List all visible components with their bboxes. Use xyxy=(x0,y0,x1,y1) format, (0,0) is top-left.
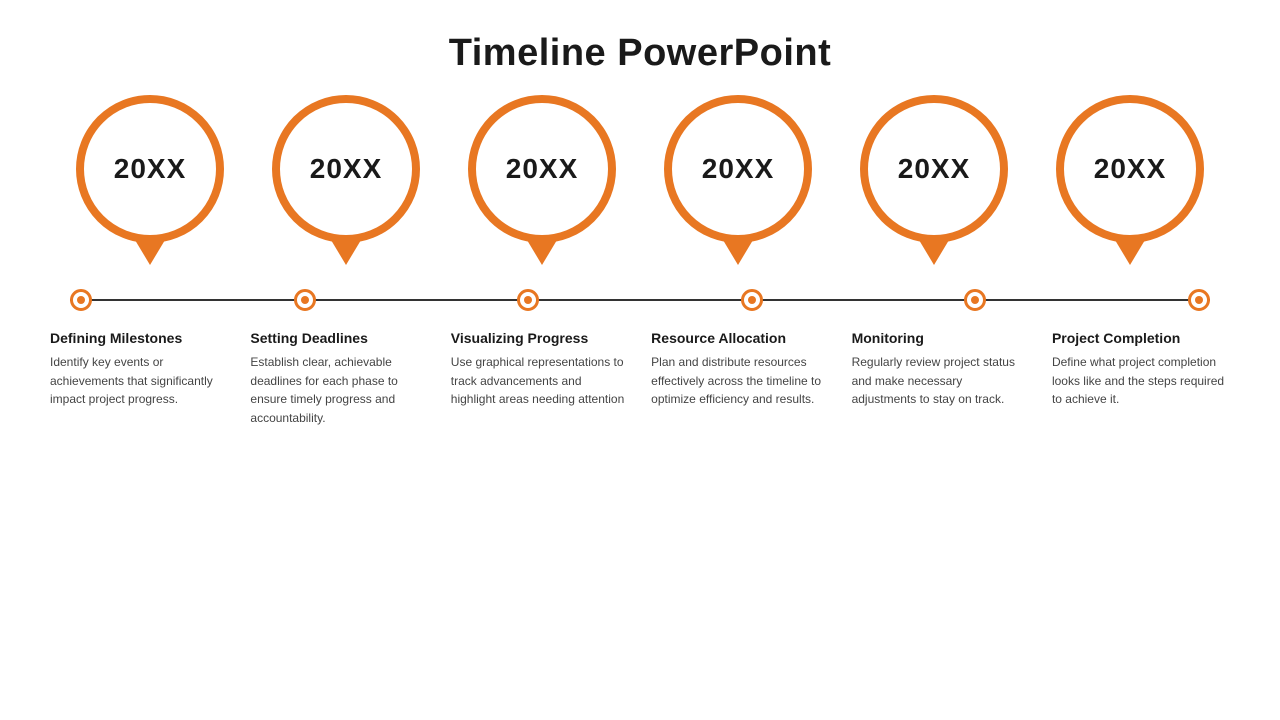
timeline-dot-6 xyxy=(1188,289,1210,311)
text-item-5: Monitoring Regularly review project statu… xyxy=(852,329,1030,428)
text-body-2: Establish clear, achievable deadlines fo… xyxy=(250,353,428,427)
bubble-wrapper-1: 20XX xyxy=(70,95,230,243)
timeline-container: 20XX 20XX 20XX 20XX 20XX 20XX Defining Milest… xyxy=(40,95,1240,428)
bubble-5: 20XX xyxy=(860,95,1008,243)
text-item-1: Defining Milestones Identify key events o… xyxy=(50,329,228,428)
text-row: Defining Milestones Identify key events o… xyxy=(40,329,1240,428)
bubble-year-5: 20XX xyxy=(898,153,971,185)
text-title-6: Project Completion xyxy=(1052,329,1180,347)
text-body-3: Use graphical representations to track a… xyxy=(451,353,629,409)
bubbles-row: 20XX 20XX 20XX 20XX 20XX 20XX xyxy=(40,95,1240,243)
text-title-3: Visualizing Progress xyxy=(451,329,588,347)
bubble-year-3: 20XX xyxy=(506,153,579,185)
text-title-2: Setting Deadlines xyxy=(250,329,367,347)
text-item-4: Resource Allocation Plan and distribute r… xyxy=(651,329,829,428)
bubble-1: 20XX xyxy=(76,95,224,243)
bubble-year-6: 20XX xyxy=(1094,153,1167,185)
bubble-2: 20XX xyxy=(272,95,420,243)
text-item-2: Setting Deadlines Establish clear, achiev… xyxy=(250,329,428,428)
timeline-dot-3 xyxy=(517,289,539,311)
bubble-wrapper-3: 20XX xyxy=(462,95,622,243)
text-item-3: Visualizing Progress Use graphical repres… xyxy=(451,329,629,428)
bubble-6: 20XX xyxy=(1056,95,1204,243)
text-item-6: Project Completion Define what project co… xyxy=(1052,329,1230,428)
bubble-year-1: 20XX xyxy=(114,153,187,185)
text-body-4: Plan and distribute resources effectivel… xyxy=(651,353,829,409)
text-body-5: Regularly review project status and make… xyxy=(852,353,1030,409)
bubble-3: 20XX xyxy=(468,95,616,243)
timeline-dot-4 xyxy=(741,289,763,311)
text-title-4: Resource Allocation xyxy=(651,329,786,347)
timeline-dot-5 xyxy=(964,289,986,311)
text-title-1: Defining Milestones xyxy=(50,329,182,347)
bubble-wrapper-2: 20XX xyxy=(266,95,426,243)
text-title-5: Monitoring xyxy=(852,329,924,347)
timeline-dot-1 xyxy=(70,289,92,311)
text-body-1: Identify key events or achievements that… xyxy=(50,353,228,409)
bubble-year-4: 20XX xyxy=(702,153,775,185)
timeline-dot-2 xyxy=(294,289,316,311)
timeline-line-row xyxy=(40,289,1240,311)
bubble-wrapper-5: 20XX xyxy=(854,95,1014,243)
timeline-line xyxy=(70,299,1210,301)
bubble-wrapper-6: 20XX xyxy=(1050,95,1210,243)
bubble-4: 20XX xyxy=(664,95,812,243)
page-title: Timeline PowerPoint xyxy=(449,32,832,75)
bubble-year-2: 20XX xyxy=(310,153,383,185)
text-body-6: Define what project completion looks lik… xyxy=(1052,353,1230,409)
bubble-wrapper-4: 20XX xyxy=(658,95,818,243)
